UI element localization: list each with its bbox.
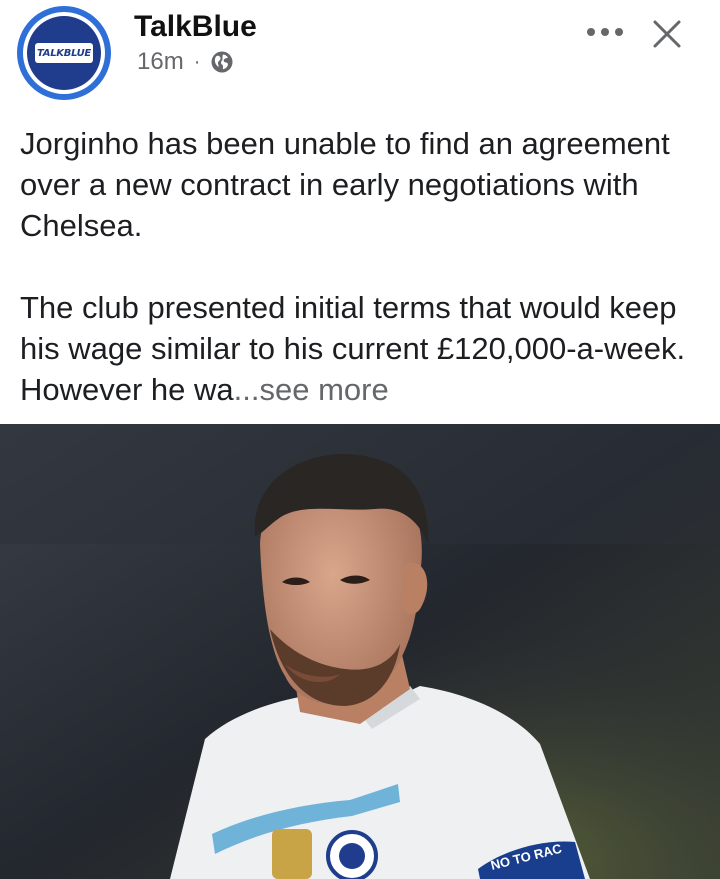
avatar-logo-ring: TALKBLUE <box>27 16 101 90</box>
hide-post-button[interactable] <box>651 18 683 50</box>
more-dots-icon <box>587 28 623 36</box>
player-photo-image: NO TO RAC <box>0 424 720 879</box>
page-name-link[interactable]: TalkBlue <box>134 10 257 44</box>
post-body: Jorginho has been unable to find an agre… <box>20 123 710 410</box>
see-more-link[interactable]: see more <box>260 372 389 407</box>
post-header: TALKBLUE TalkBlue 16m · <box>0 0 720 112</box>
meta-separator: · <box>193 50 201 73</box>
post-meta: 16m · <box>137 48 234 76</box>
page-avatar[interactable]: TALKBLUE <box>17 6 111 100</box>
close-icon <box>653 20 681 48</box>
truncation-ellipsis: ... <box>233 372 260 407</box>
avatar-logo-band: TALKBLUE <box>35 43 93 63</box>
post-photo[interactable]: NO TO RAC <box>0 424 720 879</box>
post-paragraph-2: The club presented initial terms that wo… <box>20 287 710 410</box>
globe-icon[interactable] <box>210 50 234 74</box>
post-time[interactable]: 16m <box>137 48 184 76</box>
avatar-logo-text: TALKBLUE <box>37 47 91 59</box>
more-options-button[interactable] <box>583 16 627 48</box>
avatar-logo: TALKBLUE <box>23 12 105 94</box>
post-paragraph-1: Jorginho has been unable to find an agre… <box>20 126 670 243</box>
